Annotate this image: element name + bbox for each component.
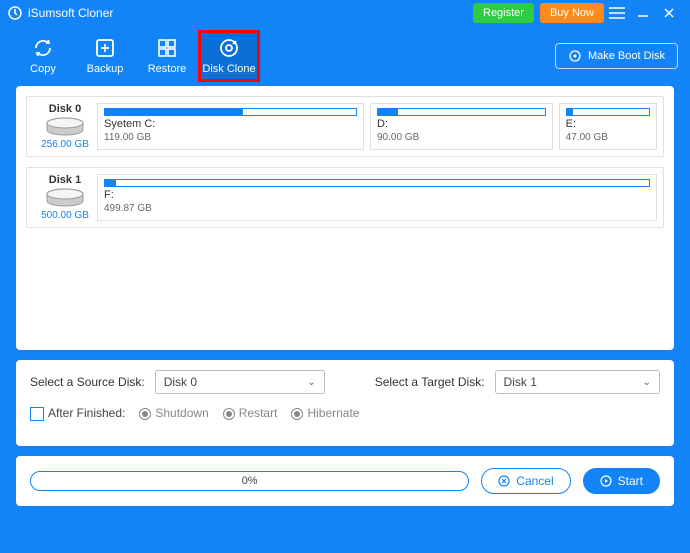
chevron-down-icon: ⌄ — [643, 377, 651, 388]
partition-label: E: — [566, 118, 650, 130]
partition-group: Syetem C: 119.00 GB D: 90.00 GB E: 47.00 GB — [97, 103, 657, 150]
titlebar: iSumsoft Cloner Register Buy Now — [0, 0, 690, 26]
source-disk-label: Select a Source Disk: — [30, 375, 145, 389]
disk-info: Disk 1 500.00 GB — [33, 174, 97, 221]
make-boot-disk-button[interactable]: Make Boot Disk — [555, 43, 678, 69]
partition-usage-bar — [377, 108, 546, 116]
app-logo-icon — [8, 6, 22, 20]
disk-clone-tool[interactable]: Disk Clone — [198, 30, 260, 82]
after-finished-label: After Finished: — [48, 406, 125, 420]
disk-info: Disk 0 256.00 GB — [33, 103, 97, 150]
backup-tool[interactable]: Backup — [74, 30, 136, 82]
target-disk-label: Select a Target Disk: — [375, 375, 485, 389]
main-toolbar: Copy Backup Restore Disk Clone Make Boot… — [0, 26, 690, 86]
disk-size: 500.00 GB — [41, 210, 89, 221]
footer-panel: 0% Cancel Start — [16, 456, 674, 506]
partition[interactable]: E: 47.00 GB — [559, 103, 657, 150]
disk-row[interactable]: Disk 1 500.00 GB F: 499.87 GB — [26, 167, 664, 228]
partition-usage-bar — [566, 108, 650, 116]
disk-icon — [45, 188, 85, 208]
start-button[interactable]: Start — [583, 468, 660, 494]
disk-clone-icon — [218, 37, 240, 59]
cancel-label: Cancel — [516, 474, 553, 488]
hibernate-radio[interactable]: Hibernate — [291, 406, 359, 420]
buynow-button[interactable]: Buy Now — [540, 3, 604, 23]
partition-usage-bar — [104, 179, 650, 187]
source-disk-dropdown[interactable]: Disk 0 ⌄ — [155, 370, 325, 394]
backup-icon — [94, 37, 116, 59]
partition-size: 119.00 GB — [104, 132, 357, 143]
source-disk-value: Disk 0 — [164, 375, 197, 389]
target-disk-value: Disk 1 — [504, 375, 537, 389]
partition-size: 47.00 GB — [566, 132, 650, 143]
chevron-down-icon: ⌄ — [307, 377, 315, 388]
partition-size: 499.87 GB — [104, 203, 650, 214]
register-button[interactable]: Register — [473, 3, 534, 23]
backup-label: Backup — [87, 63, 124, 75]
partition[interactable]: Syetem C: 119.00 GB — [97, 103, 364, 150]
copy-icon — [32, 37, 54, 59]
boot-disk-icon — [568, 49, 582, 63]
start-icon — [600, 475, 612, 487]
cancel-button[interactable]: Cancel — [481, 468, 570, 494]
restore-icon — [156, 37, 178, 59]
boot-disk-label: Make Boot Disk — [588, 50, 665, 62]
menu-icon[interactable] — [604, 7, 630, 19]
partition-group: F: 499.87 GB — [97, 174, 657, 221]
clone-controls-panel: Select a Source Disk: Disk 0 ⌄ Select a … — [16, 360, 674, 446]
partition-label: D: — [377, 118, 546, 130]
progress-text: 0% — [242, 475, 258, 487]
partition[interactable]: F: 499.87 GB — [97, 174, 657, 221]
disk-icon — [45, 117, 85, 137]
partition-label: Syetem C: — [104, 118, 357, 130]
partition-usage-bar — [104, 108, 357, 116]
partition[interactable]: D: 90.00 GB — [370, 103, 553, 150]
disk-row[interactable]: Disk 0 256.00 GB Syetem C: 119.00 GB D: 90.00… — [26, 96, 664, 157]
partition-size: 90.00 GB — [377, 132, 546, 143]
app-title: iSumsoft Cloner — [28, 6, 113, 20]
progress-bar: 0% — [30, 471, 469, 491]
shutdown-radio[interactable]: Shutdown — [139, 406, 208, 420]
target-disk-dropdown[interactable]: Disk 1 ⌄ — [495, 370, 660, 394]
disk-name: Disk 0 — [49, 103, 81, 115]
disk-clone-label: Disk Clone — [202, 63, 255, 75]
disk-name: Disk 1 — [49, 174, 81, 186]
cancel-icon — [498, 475, 510, 487]
partition-label: F: — [104, 189, 650, 201]
after-finished-checkbox[interactable]: After Finished: — [30, 406, 125, 421]
start-label: Start — [618, 474, 643, 488]
copy-tool[interactable]: Copy — [12, 30, 74, 82]
restart-radio[interactable]: Restart — [223, 406, 278, 420]
disk-size: 256.00 GB — [41, 139, 89, 150]
disk-list-panel: Disk 0 256.00 GB Syetem C: 119.00 GB D: 90.00… — [16, 86, 674, 350]
restore-tool[interactable]: Restore — [136, 30, 198, 82]
copy-label: Copy — [30, 63, 56, 75]
minimize-icon[interactable] — [630, 6, 656, 20]
close-icon[interactable] — [656, 6, 682, 20]
restore-label: Restore — [148, 63, 187, 75]
